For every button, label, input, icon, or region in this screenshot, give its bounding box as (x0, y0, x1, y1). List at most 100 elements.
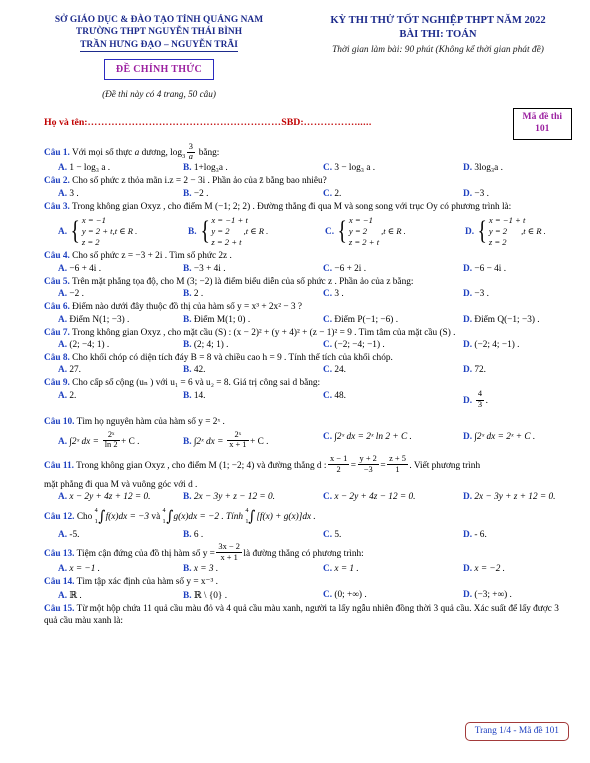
option-14-B[interactable]: B. ℝ \ {0} . (183, 590, 323, 601)
question-4-options: A. −6 + 4i . B. −3 + 4i . C. −6 + 2i . D… (44, 264, 574, 274)
option-4-D[interactable]: D. −6 − 4i . (463, 264, 574, 274)
option-13-D[interactable]: D. x = −2 . (463, 564, 574, 574)
question-1-label: Câu 1. (44, 147, 70, 158)
option-7-C[interactable]: C. (−2; −4; −1) . (323, 340, 463, 350)
option-5-B[interactable]: B. 2 . (183, 289, 323, 299)
option-9-C[interactable]: C. 48. (323, 391, 463, 410)
q9-fraction: 43 (475, 389, 485, 409)
question-11-text-a: Trong không gian Oxyz , cho điểm M (1; −… (76, 460, 327, 471)
option-1-D[interactable]: D. 3log₃a . (463, 163, 574, 173)
option-12-D[interactable]: D. - 6. (463, 530, 574, 540)
option-8-B[interactable]: B. 42. (183, 365, 323, 375)
option-9-D[interactable]: D. 43. (463, 389, 574, 410)
question-7-options: A. (2; −4; 1) . B. (2; 4; 1) . C. (−2; −… (44, 340, 574, 350)
option-6-A[interactable]: A. Điểm N(1; −3) . (58, 315, 183, 325)
sbd-label: SBD: (281, 117, 304, 129)
q13-fraction: 3x − 2x + 1 (216, 542, 242, 562)
brace-icon: { (200, 216, 210, 246)
name-dots[interactable]: ………………………………………………… (88, 117, 282, 128)
option-6-B[interactable]: B. Điểm M(1; 0) . (183, 315, 323, 325)
page-header: SỞ GIÁO DỤC & ĐÀO TẠO TỈNH QUẢNG NAM TRƯ… (0, 0, 590, 100)
option-3-A[interactable]: A. { x = −1 y = 2 + t,t ∈ R . z = 2 (58, 215, 188, 248)
sbd-dots[interactable]: ……………...... (304, 117, 372, 128)
question-13-text-a: Tiệm cận đứng của đồ thị hàm số y = (76, 548, 215, 559)
option-2-A[interactable]: A. 3 . (58, 189, 183, 199)
option-9-B[interactable]: B. 14. (183, 391, 323, 410)
option-11-A[interactable]: A. x − 2y + 4z + 12 = 0. (58, 492, 183, 502)
header-left-block: SỞ GIÁO DỤC & ĐÀO TẠO TỈNH QUẢNG NAM TRƯ… (18, 14, 300, 100)
question-4-text: Cho số phức z = −3 + 2i . Tìm số phức 2z… (72, 251, 232, 262)
option-6-D[interactable]: D. Điểm Q(−1; −3) . (463, 315, 574, 325)
question-14-label: Câu 14. (44, 577, 75, 588)
option-10-D[interactable]: D. ∫2ˣ dx = 2ˣ + C . (463, 432, 574, 451)
question-6: Câu 6. Điểm nào dưới đây thuộc đồ thị củ… (44, 301, 574, 313)
option-11-B[interactable]: B. 2x − 3y + z − 12 = 0. (183, 492, 323, 502)
option-5-A[interactable]: A. −2 . (58, 289, 183, 299)
option-14-C[interactable]: C. (0; +∞) . (323, 590, 463, 601)
exam-subject: BÀI THI: TOÁN (399, 28, 477, 40)
question-7-text: Trong không gian Oxyz , cho mặt cầu (S) … (72, 327, 456, 338)
option-8-C[interactable]: C. 24. (323, 365, 463, 375)
option-7-A[interactable]: A. (2; −4; 1) . (58, 340, 183, 350)
option-4-B[interactable]: B. −3 + 4i . (183, 264, 323, 274)
option-8-D[interactable]: D. 72. (463, 365, 574, 375)
option-12-B[interactable]: B. 6 . (183, 530, 323, 540)
question-3-label: Câu 3. (44, 201, 70, 212)
option-4-A[interactable]: A. −6 + 4i . (58, 264, 183, 274)
q12-int1-limits: 41 (94, 506, 98, 526)
question-3-text: Trong không gian Oxyz , cho điểm M (−1; … (72, 201, 512, 212)
option-8-A[interactable]: A. 27. (58, 365, 183, 375)
pages-note: (Đề thi này có 4 trang, 50 câu) (102, 88, 216, 99)
option-11-D[interactable]: D. 2x − 3y + z + 12 = 0. (463, 492, 574, 502)
option-12-C[interactable]: C. 5. (323, 530, 463, 540)
page-footer: Trang 1/4 - Mã đề 101 (464, 722, 569, 741)
option-3-B[interactable]: B. { x = −1 + t y = 2 ,t ∈ R . z = 2 + t (188, 215, 325, 248)
option-10-A[interactable]: A. ∫2ˣ dx = 2ˣ ln 2 + C . (58, 430, 183, 451)
option-9-A[interactable]: A. 2. (58, 391, 183, 410)
option-14-D[interactable]: D. (−3; +∞) . (463, 590, 574, 601)
q10A-fraction: 2ˣ ln 2 (102, 430, 120, 450)
option-14-A[interactable]: A. ℝ . (58, 590, 183, 601)
option-2-C[interactable]: C. 2. (323, 189, 463, 199)
question-5-options: A. −2 . B. 2 . C. 3 . D. −3 . (44, 289, 574, 299)
question-11-label: Câu 11. (44, 460, 74, 471)
option-13-B[interactable]: B. x = 3 . (183, 564, 323, 574)
option-11-C[interactable]: C. x − 2y + 4z − 12 = 0. (323, 492, 463, 502)
option-5-D[interactable]: D. −3 . (463, 289, 574, 299)
option-7-D[interactable]: D. (−2; 4; −1) . (463, 340, 574, 350)
option-10-B[interactable]: B. ∫2ˣ dx = 2ˣ x + 1 + C . (183, 430, 323, 451)
option-1-B[interactable]: B. 1+log₃a . (183, 163, 323, 173)
brace-icon: { (337, 216, 348, 246)
candidate-info-line: Họ và tên:…………………………………………………SBD:……………..… (44, 117, 590, 128)
question-15-label: Câu 15. (44, 603, 75, 614)
question-13-text-b: là đường thẳng có phương trình: (243, 548, 364, 559)
option-1-A[interactable]: A. 1 − log₃ a . (58, 163, 183, 173)
question-9: Câu 9. Cho cấp số cộng (uₙ ) với u₁ = 6 … (44, 377, 574, 389)
question-15: Câu 15. Từ một hộp chứa 11 quả cầu màu đ… (44, 603, 574, 628)
question-8-text: Cho khối chóp có diện tích đáy B = 8 và … (72, 352, 393, 363)
option-4-C[interactable]: C. −6 + 2i . (323, 264, 463, 274)
option-10-C[interactable]: C. ∫2ˣ dx = 2ˣ ln 2 + C . (323, 432, 463, 451)
option-5-C[interactable]: C. 3 . (323, 289, 463, 299)
option-1-C[interactable]: C. 3 − log₃ a . (323, 163, 463, 173)
question-12-text-a: Cho (76, 512, 93, 523)
official-exam-badge: ĐỀ CHÍNH THỨC (103, 59, 215, 80)
q12-int2-body: g(x)dx = −2 . Tính (173, 512, 244, 523)
question-5-text: Trên mặt phẳng tọa độ, cho M (3; −2) là … (72, 276, 414, 287)
question-11-text-b: . Viết phương trình (409, 460, 481, 471)
option-13-C[interactable]: C. x = 1 . (323, 564, 463, 574)
option-3-C[interactable]: C. { x = −1 y = 2 ,t ∈ R . z = 2 + t (325, 215, 465, 248)
option-2-B[interactable]: B. −2 . (183, 189, 323, 199)
q12-int2-limits: 41 (162, 506, 166, 526)
option-7-B[interactable]: B. (2; 4; 1) . (183, 340, 323, 350)
q12-int1-body: f(x)dx = −3 (105, 512, 150, 523)
name-label: Họ và tên: (44, 117, 88, 129)
question-2-text: Cho số phức z thỏa mãn i.z = 2 − 3i . Ph… (72, 176, 327, 187)
question-10-text: Tìm họ nguyên hàm của hàm số y = 2ˣ . (76, 417, 225, 428)
option-12-A[interactable]: A. -5. (58, 530, 183, 540)
option-13-A[interactable]: A. x = −1 . (58, 564, 183, 574)
option-6-C[interactable]: C. Điểm P(−1; −6) . (323, 315, 463, 325)
option-2-D[interactable]: D. −3 . (463, 189, 574, 199)
option-3-D[interactable]: D. { x = −1 + t y = 2 ,t ∈ R . z = 2 (465, 215, 574, 248)
exam-code-box: Mã đề thi 101 (512, 108, 572, 140)
